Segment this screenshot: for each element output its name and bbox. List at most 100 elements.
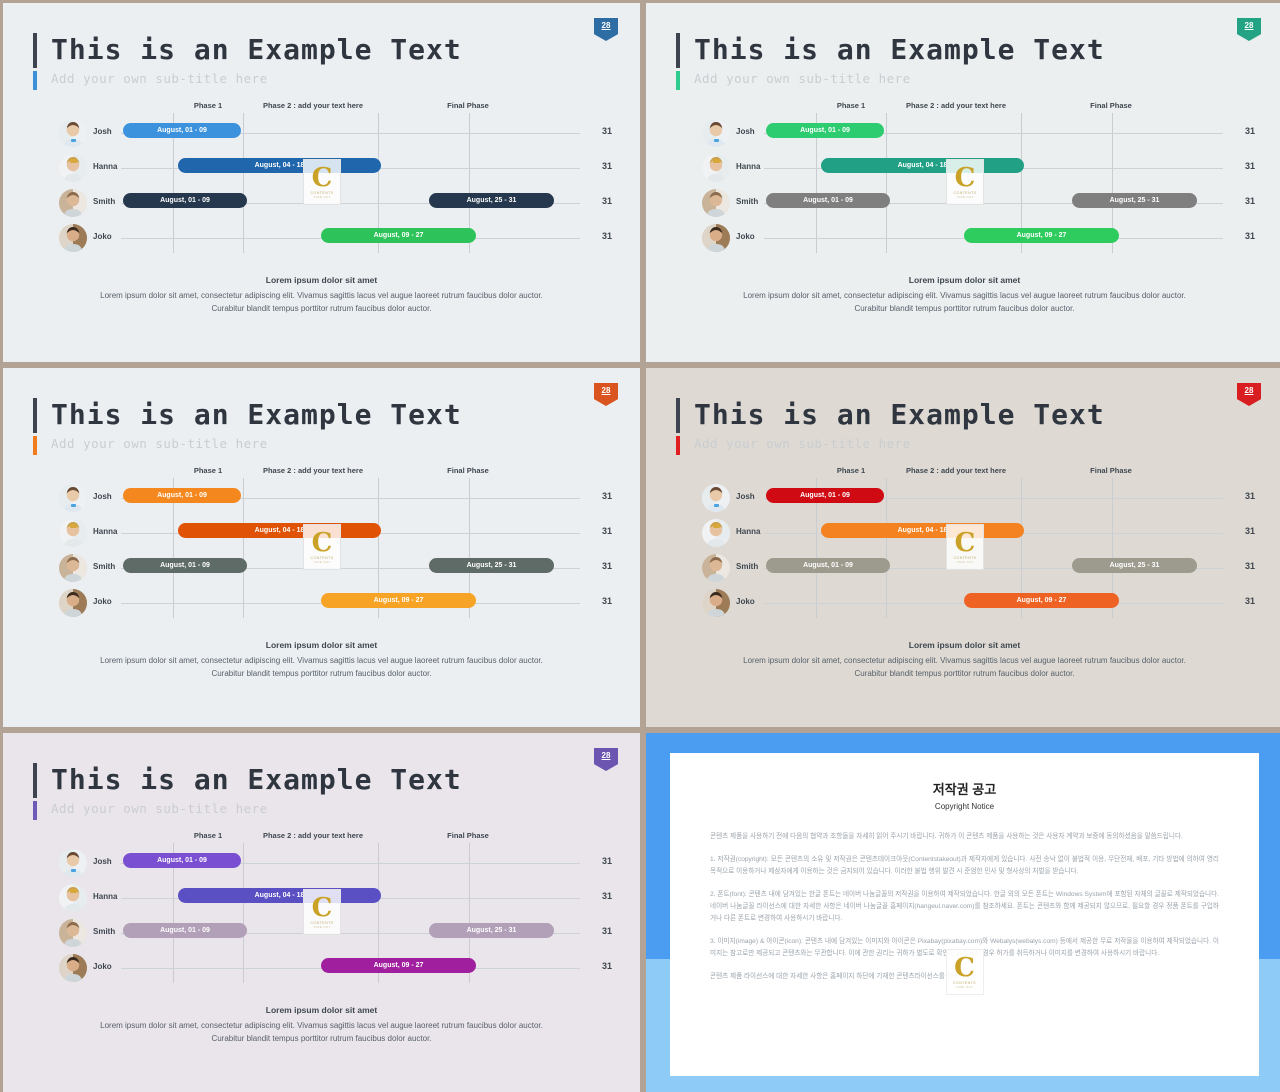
gantt-bar[interactable]: August, 01 - 09 bbox=[766, 123, 884, 138]
person-name: Josh bbox=[93, 127, 112, 136]
page-number-label: 28 bbox=[1244, 386, 1254, 395]
slide-red[interactable]: This is an Example Text Add your own sub-… bbox=[646, 368, 1280, 727]
person-name: Smith bbox=[93, 562, 116, 571]
avatar bbox=[59, 224, 87, 252]
row-end-value: 31 bbox=[601, 596, 612, 606]
page-subtitle[interactable]: Add your own sub-title here bbox=[51, 799, 462, 819]
subtitle-accent-bar bbox=[33, 71, 37, 90]
gantt-row[interactable]: Joko 31 August, 09 - 27 bbox=[3, 222, 640, 256]
page-subtitle[interactable]: Add your own sub-title here bbox=[694, 434, 1105, 454]
row-end-value: 31 bbox=[1244, 526, 1255, 536]
gantt-bar[interactable]: August, 01 - 09 bbox=[766, 488, 884, 503]
gantt-row[interactable]: Joko 31 August, 09 - 27 bbox=[3, 587, 640, 621]
page-subtitle[interactable]: Add your own sub-title here bbox=[51, 69, 462, 89]
avatar bbox=[702, 154, 730, 182]
gantt-bar-secondary[interactable]: August, 25 - 31 bbox=[1072, 193, 1197, 208]
gantt-bar[interactable]: August, 04 - 18 bbox=[821, 158, 1024, 173]
gantt-row[interactable]: Josh 31 August, 01 - 09 bbox=[3, 117, 640, 151]
page-title: This is an Example Text bbox=[51, 763, 462, 796]
row-end-value: 31 bbox=[1244, 561, 1255, 571]
page-number-label: 28 bbox=[601, 386, 611, 395]
gantt-chart: Phase 1 Phase 2 : add your text here Final… bbox=[646, 466, 1280, 626]
row-end-value: 31 bbox=[1244, 491, 1255, 501]
gantt-row[interactable]: Joko 31 August, 09 - 27 bbox=[3, 952, 640, 986]
page-subtitle[interactable]: Add your own sub-title here bbox=[694, 69, 1105, 89]
slide-blue[interactable]: This is an Example Text Add your own sub-… bbox=[3, 3, 640, 362]
slide-orange[interactable]: This is an Example Text Add your own sub-… bbox=[3, 368, 640, 727]
row-end-value: 31 bbox=[1244, 196, 1255, 206]
slide-purple[interactable]: This is an Example Text Add your own sub-… bbox=[3, 733, 640, 1092]
phase-label-3: Final Phase bbox=[447, 466, 489, 475]
footer-block: Lorem ipsum dolor sit amet Lorem ipsum do… bbox=[3, 640, 640, 680]
person-name: Josh bbox=[93, 857, 112, 866]
gantt-bar[interactable]: August, 01 - 09 bbox=[123, 923, 247, 938]
gantt-row[interactable]: Joko 31 August, 09 - 27 bbox=[646, 222, 1280, 256]
avatar bbox=[702, 554, 730, 582]
subtitle-accent-bar bbox=[33, 801, 37, 820]
person-name: Joko bbox=[93, 597, 112, 606]
gantt-row[interactable]: Josh 31 August, 01 - 09 bbox=[646, 482, 1280, 516]
title-block: This is an Example Text Add your own sub-… bbox=[33, 31, 462, 90]
gantt-bar[interactable]: August, 09 - 27 bbox=[321, 958, 476, 973]
watermark-letter: C bbox=[954, 163, 976, 193]
phase-label-2: Phase 2 : add your text here bbox=[262, 466, 364, 475]
gantt-bar-secondary[interactable]: August, 25 - 31 bbox=[429, 558, 554, 573]
watermark-text-2: TAKE OUT bbox=[313, 560, 331, 564]
phase-label-2: Phase 2 : add your text here bbox=[262, 831, 364, 840]
gantt-bar[interactable]: August, 09 - 27 bbox=[964, 593, 1119, 608]
avatar bbox=[59, 119, 87, 147]
row-end-value: 31 bbox=[601, 526, 612, 536]
slide-copyright[interactable]: 저작권 공고 Copyright Notice 콘텐츠 제품을 사용하기 전에 다음… bbox=[646, 733, 1280, 1092]
title-block: This is an Example Text Add your own sub-… bbox=[676, 31, 1105, 90]
gantt-watermark: C CONTENTS TAKE OUT bbox=[303, 889, 341, 935]
copyright-paragraph-3: 2. 폰트(font): 콘텐츠 내에 담겨있는 한글 폰트는 네이버 나눔글꼴… bbox=[710, 891, 1219, 922]
person-name: Joko bbox=[93, 962, 112, 971]
avatar bbox=[702, 519, 730, 547]
person-name: Joko bbox=[93, 232, 112, 241]
row-end-value: 31 bbox=[601, 891, 612, 901]
copyright-heading-ko: 저작권 공고 bbox=[932, 782, 997, 797]
footer-paragraph: Lorem ipsum dolor sit amet, consectetur … bbox=[743, 291, 1186, 313]
gantt-row[interactable]: Josh 31 August, 01 - 09 bbox=[3, 482, 640, 516]
footer-paragraph: Lorem ipsum dolor sit amet, consectetur … bbox=[743, 656, 1186, 678]
phase-label-2: Phase 2 : add your text here bbox=[905, 466, 1007, 475]
gantt-bar[interactable]: August, 01 - 09 bbox=[123, 488, 241, 503]
gantt-bar[interactable]: August, 01 - 09 bbox=[123, 123, 241, 138]
gantt-bar[interactable]: August, 01 - 09 bbox=[123, 193, 247, 208]
gantt-row[interactable]: Josh 31 August, 01 - 09 bbox=[3, 847, 640, 881]
gantt-bar[interactable]: August, 09 - 27 bbox=[321, 593, 476, 608]
person-name: Joko bbox=[736, 597, 755, 606]
phase-label-1: Phase 1 bbox=[836, 101, 866, 110]
copyright-card: 저작권 공고 Copyright Notice 콘텐츠 제품을 사용하기 전에 다음… bbox=[670, 753, 1259, 1076]
page-subtitle[interactable]: Add your own sub-title here bbox=[51, 434, 462, 454]
avatar bbox=[59, 519, 87, 547]
gantt-bar[interactable]: August, 04 - 18 bbox=[178, 523, 381, 538]
gantt-bar[interactable]: August, 01 - 09 bbox=[766, 558, 890, 573]
gantt-bar[interactable]: August, 01 - 09 bbox=[123, 853, 241, 868]
gantt-bar[interactable]: August, 04 - 18 bbox=[178, 888, 381, 903]
person-name: Hanna bbox=[93, 892, 118, 901]
gantt-chart: Phase 1 Phase 2 : add your text here Final… bbox=[3, 831, 640, 991]
gantt-bar-secondary[interactable]: August, 25 - 31 bbox=[1072, 558, 1197, 573]
gantt-watermark: C CONTENTS TAKE OUT bbox=[303, 159, 341, 205]
gantt-bar[interactable]: August, 04 - 18 bbox=[821, 523, 1024, 538]
gantt-bar[interactable]: August, 04 - 18 bbox=[178, 158, 381, 173]
page-number-label: 28 bbox=[1244, 21, 1254, 30]
gantt-bar-secondary[interactable]: August, 25 - 31 bbox=[429, 923, 554, 938]
gantt-row[interactable]: Joko 31 August, 09 - 27 bbox=[646, 587, 1280, 621]
gantt-bar[interactable]: August, 09 - 27 bbox=[964, 228, 1119, 243]
slide-green[interactable]: This is an Example Text Add your own sub-… bbox=[646, 3, 1280, 362]
person-name: Josh bbox=[736, 127, 755, 136]
page-title: This is an Example Text bbox=[694, 33, 1105, 66]
gantt-bar[interactable]: August, 01 - 09 bbox=[123, 558, 247, 573]
person-name: Hanna bbox=[93, 527, 118, 536]
copyright-background: 저작권 공고 Copyright Notice 콘텐츠 제품을 사용하기 전에 다음… bbox=[646, 733, 1280, 1092]
gantt-row[interactable]: Josh 31 August, 01 - 09 bbox=[646, 117, 1280, 151]
row-end-value: 31 bbox=[601, 926, 612, 936]
avatar bbox=[702, 189, 730, 217]
gantt-bar-secondary[interactable]: August, 25 - 31 bbox=[429, 193, 554, 208]
row-end-value: 31 bbox=[601, 561, 612, 571]
gantt-bar[interactable]: August, 01 - 09 bbox=[766, 193, 890, 208]
gantt-bar[interactable]: August, 09 - 27 bbox=[321, 228, 476, 243]
title-block: This is an Example Text Add your own sub-… bbox=[33, 761, 462, 820]
